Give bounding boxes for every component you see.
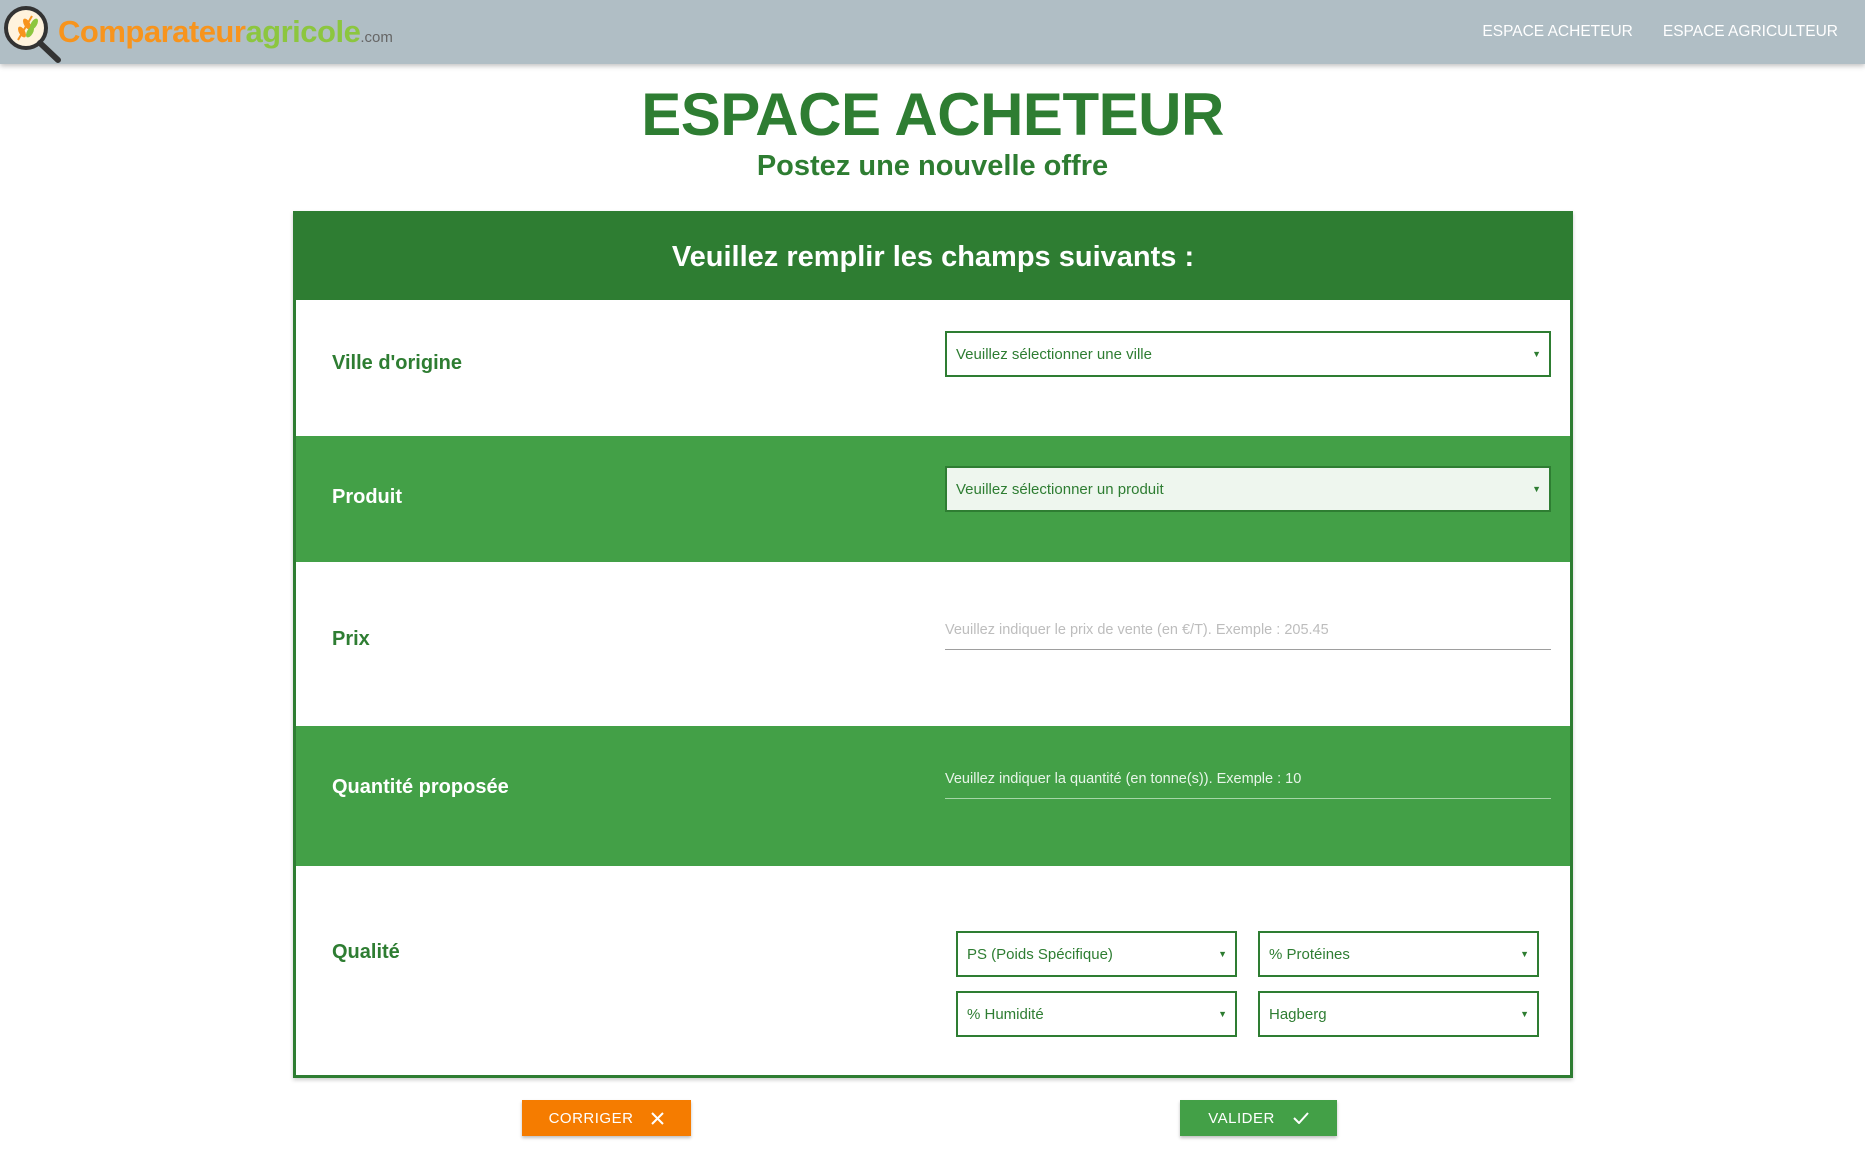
proteins-select[interactable]: % Protéines ▼ [1258, 931, 1539, 977]
city-select-value: Veuillez sélectionner une ville [956, 345, 1152, 363]
brand-name-part1: Comparateur [58, 14, 246, 49]
quantity-input[interactable]: Veuillez indiquer la quantité (en tonne(… [945, 761, 1551, 799]
submit-button[interactable]: VALIDER [1180, 1100, 1337, 1136]
hagberg-select[interactable]: Hagberg ▼ [1258, 991, 1539, 1037]
caret-down-icon: ▼ [1520, 1009, 1529, 1019]
nav-link-farmer-space[interactable]: ESPACE AGRICULTEUR [1648, 23, 1853, 41]
page-subtitle: Postez une nouvelle offre [756, 150, 1109, 182]
quantity-label: Quantité proposée [332, 776, 509, 798]
reset-button[interactable]: CORRIGER [522, 1100, 691, 1136]
form-row-city: Ville d'origine Veuillez sélectionner un… [296, 300, 1570, 436]
city-label: Ville d'origine [332, 352, 462, 374]
proteins-select-value: % Protéines [1269, 945, 1350, 963]
form-row-product: Produit Veuillez sélectionner un produit… [296, 436, 1570, 562]
reset-button-label: CORRIGER [548, 1109, 634, 1127]
quality-label: Qualité [332, 941, 400, 963]
brand-name-suffix: .com [360, 29, 393, 46]
form-row-quality: Qualité PS (Poids Spécifique) ▼ % Protéi… [296, 866, 1570, 1076]
price-label: Prix [332, 628, 370, 650]
humidity-select[interactable]: % Humidité ▼ [956, 991, 1237, 1037]
close-icon [651, 1111, 665, 1125]
product-label: Produit [332, 486, 402, 508]
caret-down-icon: ▼ [1532, 484, 1541, 494]
navbar: Comparateuragricole.com ESPACE ACHETEUR … [0, 0, 1865, 64]
city-select[interactable]: Veuillez sélectionner une ville ▼ [945, 331, 1551, 377]
offer-form: Veuillez remplir les champs suivants : V… [293, 211, 1573, 1078]
form-row-price: Prix Veuillez indiquer le prix de vente … [296, 562, 1570, 704]
check-icon [1293, 1112, 1309, 1124]
nav-links: ESPACE ACHETEUR ESPACE AGRICULTEUR [1467, 0, 1853, 64]
magnifier-wheat-logo-icon [4, 6, 61, 63]
brand-name-part2: agricole [245, 14, 361, 49]
hagberg-select-value: Hagberg [1269, 1005, 1327, 1023]
submit-button-label: VALIDER [1208, 1109, 1275, 1127]
brand-name: Comparateuragricole.com [58, 14, 393, 50]
page-title: ESPACE ACHETEUR [641, 81, 1224, 148]
caret-down-icon: ▼ [1218, 1009, 1227, 1019]
caret-down-icon: ▼ [1218, 949, 1227, 959]
ps-select[interactable]: PS (Poids Spécifique) ▼ [956, 931, 1237, 977]
ps-select-value: PS (Poids Spécifique) [967, 945, 1113, 963]
product-select[interactable]: Veuillez sélectionner un produit ▼ [945, 466, 1551, 512]
price-input[interactable]: Veuillez indiquer le prix de vente (en €… [945, 612, 1551, 650]
form-row-quantity: Quantité proposée Veuillez indiquer la q… [296, 726, 1570, 866]
product-select-value: Veuillez sélectionner un produit [956, 480, 1164, 498]
humidity-select-value: % Humidité [967, 1005, 1044, 1023]
caret-down-icon: ▼ [1532, 349, 1541, 359]
caret-down-icon: ▼ [1520, 949, 1529, 959]
form-header: Veuillez remplir les champs suivants : [296, 214, 1570, 300]
nav-link-buyer-space[interactable]: ESPACE ACHETEUR [1467, 23, 1647, 41]
